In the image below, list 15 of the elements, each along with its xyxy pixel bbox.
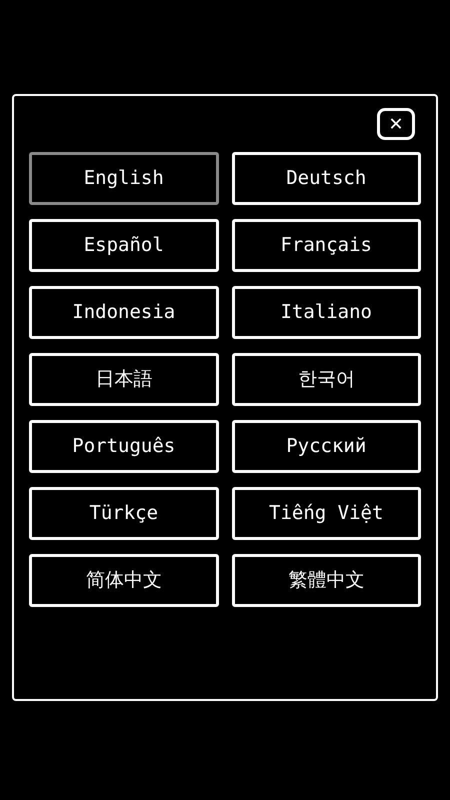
- language-button[interactable]: English: [29, 152, 218, 205]
- language-button[interactable]: 日本語: [29, 353, 218, 406]
- language-button[interactable]: Español: [29, 219, 218, 272]
- language-button[interactable]: 繁體中文: [232, 554, 421, 607]
- language-button[interactable]: Français: [232, 219, 421, 272]
- close-button[interactable]: ✕: [377, 108, 415, 140]
- language-button[interactable]: Русский: [232, 420, 421, 473]
- language-button[interactable]: Türkçe: [29, 487, 218, 540]
- language-button[interactable]: Deutsch: [232, 152, 421, 205]
- language-button[interactable]: 한국어: [232, 353, 421, 406]
- language-button[interactable]: 简体中文: [29, 554, 218, 607]
- language-button[interactable]: Indonesia: [29, 286, 218, 339]
- language-button[interactable]: Português: [29, 420, 218, 473]
- language-button[interactable]: Italiano: [232, 286, 421, 339]
- language-button[interactable]: Tiếng Việt: [232, 487, 421, 540]
